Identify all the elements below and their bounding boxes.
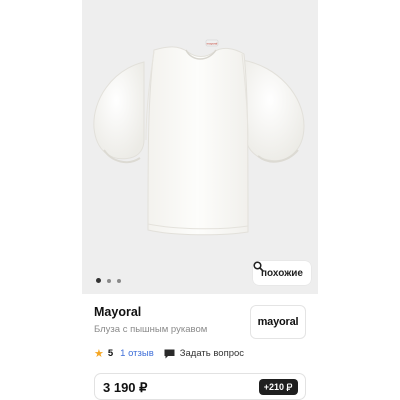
price-amount: 3 190 ₽ — [103, 380, 148, 395]
blouse-image: mayoral — [93, 39, 305, 236]
bonus-currency-icon — [286, 382, 293, 391]
ask-question-label: Задать вопрос — [179, 348, 245, 359]
product-meta: ★ 5 1 отзыв Задать вопрос — [94, 347, 244, 360]
pagination-dot-2[interactable] — [107, 278, 111, 283]
gallery-pagination — [96, 278, 121, 283]
star-icon: ★ — [94, 348, 104, 360]
ask-question-button[interactable]: Задать вопрос — [164, 348, 244, 359]
similar-label: похожие — [261, 267, 303, 279]
chat-icon — [164, 349, 175, 358]
search-icon — [253, 261, 264, 272]
brand-logo[interactable]: mayoral — [250, 305, 306, 339]
pagination-dot-3[interactable] — [117, 278, 121, 283]
product-name: Блуза с пышным рукавом — [94, 324, 208, 335]
rating-value: 5 — [107, 348, 114, 359]
reviews-link[interactable]: 1 отзыв — [120, 348, 154, 359]
bonus-badge[interactable]: +210 — [258, 379, 298, 395]
garment-tag-text: mayoral — [207, 42, 218, 46]
brand-logo-text: mayoral — [257, 316, 299, 328]
pagination-dot-1[interactable] — [96, 278, 101, 283]
bonus-value: +210 — [263, 382, 284, 392]
brand-name[interactable]: Mayoral — [94, 305, 141, 319]
product-card: mayoral похожие Mayoral Блуза с пышным р… — [82, 0, 318, 400]
product-photo[interactable]: mayoral похожие — [82, 0, 318, 294]
similar-button[interactable]: похожие — [253, 261, 311, 285]
price-bar: 3 190 ₽ +210 — [94, 373, 306, 400]
